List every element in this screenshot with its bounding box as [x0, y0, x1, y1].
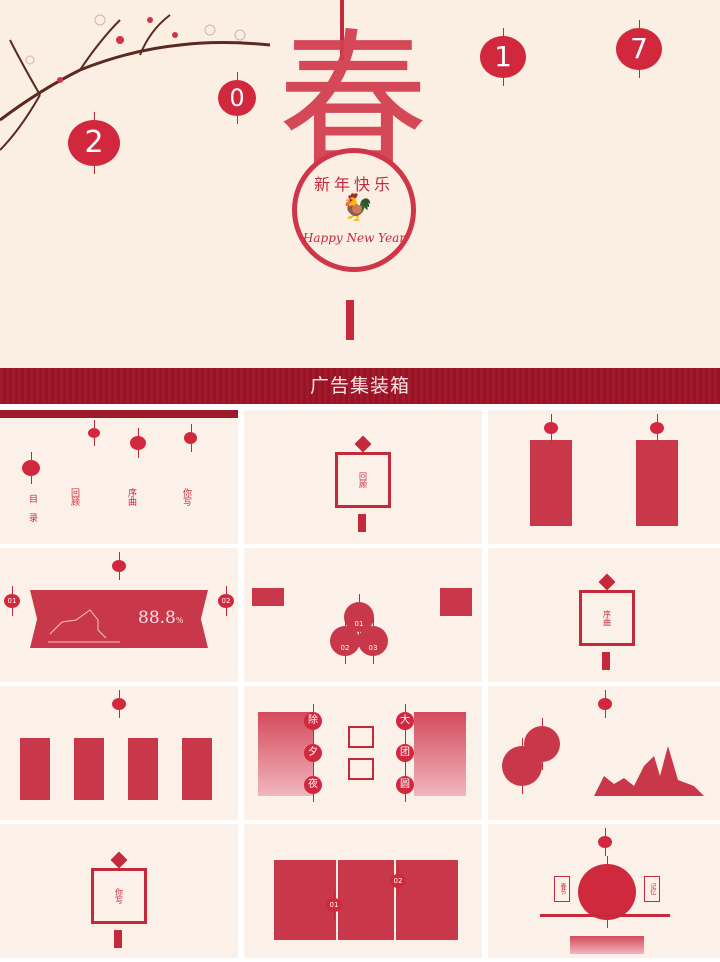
greeting-cn: 新年快乐	[313, 175, 394, 194]
sun-circle	[578, 856, 636, 928]
label-contents: 目录	[27, 494, 37, 532]
lantern-icon	[112, 690, 126, 718]
slide-thumb-9[interactable]	[488, 686, 720, 820]
image-frame	[348, 726, 374, 748]
slide-thumb-1[interactable]: 目录 回顾 序曲 你写	[0, 410, 238, 544]
rooster-icon: 🐓	[341, 193, 374, 223]
hero-cover-slide: 春 新年快乐 🐓 Happy New Year 2 0 1 7	[0, 0, 720, 368]
title-bar	[0, 410, 238, 418]
circle-icon	[502, 738, 542, 794]
window-frame: 序曲	[579, 590, 635, 646]
greeting-en: Happy New Year	[302, 231, 406, 245]
char-lantern: 大	[396, 704, 414, 738]
lantern-icon	[544, 414, 558, 442]
slide-thumb-12[interactable]: 春节 记忆	[488, 824, 720, 958]
lantern-icon	[184, 424, 197, 452]
panel	[338, 860, 394, 940]
circle-03: 03	[358, 618, 388, 664]
card	[182, 738, 212, 800]
text-box	[252, 588, 284, 606]
label-write: 你写	[181, 488, 191, 506]
slide-thumb-7[interactable]	[0, 686, 238, 820]
cloud-line	[540, 914, 670, 917]
lantern-2: 2	[68, 112, 120, 174]
knot-icon	[354, 435, 372, 453]
card	[74, 738, 104, 800]
char-lantern: 夕	[304, 736, 322, 770]
emblem-circle: 新年快乐 🐓 Happy New Year	[292, 148, 416, 272]
tassel-icon	[358, 514, 366, 532]
label-right: 记忆	[644, 876, 660, 902]
ribbon	[570, 936, 644, 954]
lantern-icon	[130, 428, 146, 458]
lantern-number: 02	[390, 866, 406, 896]
slide-thumb-3[interactable]	[488, 410, 720, 544]
lantern-0: 0	[218, 72, 256, 124]
frame-label: 你写	[114, 888, 124, 904]
lantern-number: 01	[4, 586, 20, 616]
slide-thumb-11[interactable]: 01 02	[244, 824, 482, 958]
tassel-icon	[114, 930, 122, 948]
slide-thumb-8[interactable]: 除 夕 夜 大 团 圆	[244, 686, 482, 820]
label-prelude: 序曲	[126, 488, 136, 506]
lantern-icon	[22, 452, 40, 484]
panel	[396, 860, 458, 940]
char-lantern: 夜	[304, 768, 322, 802]
image-frame	[348, 758, 374, 780]
label-review: 回顾	[69, 488, 79, 506]
lantern-icon	[112, 552, 126, 580]
frame-label: 序曲	[602, 610, 612, 626]
percent-value: 88.8%	[138, 608, 183, 628]
lantern-1: 1	[480, 28, 526, 86]
slide-thumb-10[interactable]: 你写	[0, 824, 238, 958]
lantern-number: 02	[218, 586, 234, 616]
circle-02: 02	[330, 618, 360, 664]
lantern-number: 01	[326, 890, 342, 920]
scroll-panel-left	[530, 440, 572, 526]
lantern-icon	[598, 828, 612, 856]
slide-thumb-4[interactable]: 88.8% 01 02	[0, 548, 238, 682]
value-unit: %	[175, 616, 184, 625]
lantern-icon	[650, 414, 664, 442]
card	[20, 738, 50, 800]
lantern-icon	[88, 420, 100, 446]
text-panel-right	[414, 712, 466, 796]
lantern-7: 7	[616, 20, 662, 78]
value-number: 88.8	[138, 608, 176, 628]
char-lantern: 圆	[396, 768, 414, 802]
knot-icon	[110, 851, 128, 869]
mountain-chart	[594, 746, 704, 796]
char-lantern: 团	[396, 736, 414, 770]
line-chart	[48, 609, 120, 643]
card	[128, 738, 158, 800]
slide-thumb-2[interactable]: 回顾	[244, 410, 482, 544]
slide-thumb-5[interactable]: 01 02 03	[244, 548, 482, 682]
window-frame: 回顾	[335, 452, 391, 508]
tassel-icon	[602, 652, 610, 670]
char-lantern: 除	[304, 704, 322, 738]
window-frame: 你写	[91, 868, 147, 924]
text-box	[440, 588, 472, 616]
slide-thumbnail-grid: 目录 回顾 序曲 你写 回顾 88.8% 01 02 01 02 03 序曲 除…	[0, 406, 720, 962]
slide-thumb-6[interactable]: 序曲	[488, 548, 720, 682]
label-left: 春节	[554, 876, 570, 902]
knot-icon	[598, 573, 616, 591]
banner-title: 广告集装箱	[0, 368, 720, 404]
frame-label: 回顾	[358, 472, 368, 488]
scroll-panel-right	[636, 440, 678, 526]
lantern-icon	[598, 690, 612, 718]
